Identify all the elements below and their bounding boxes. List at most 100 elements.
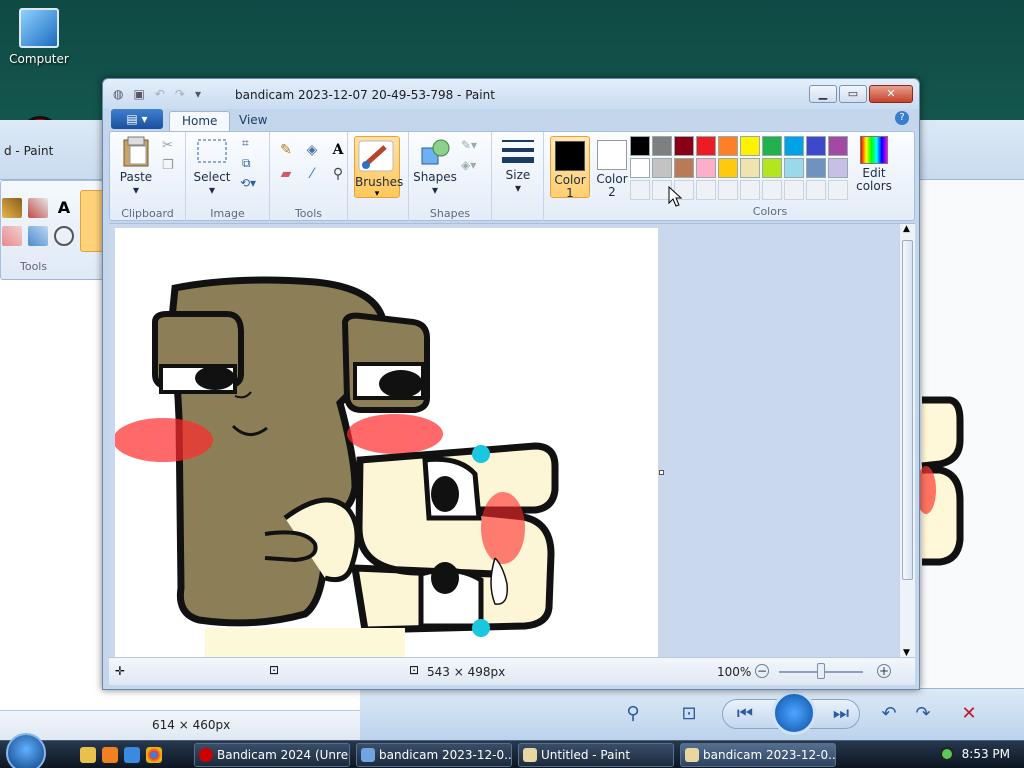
delete-icon[interactable]: ✕ — [956, 701, 982, 727]
palette-swatch[interactable] — [718, 158, 738, 178]
help-icon[interactable]: ? — [895, 111, 909, 125]
palette-swatch[interactable] — [828, 158, 848, 178]
zoom-out-button[interactable]: − — [755, 664, 769, 678]
maximize-button[interactable]: ▭ — [839, 85, 867, 103]
slideshow-button[interactable] — [772, 691, 816, 735]
scroll-up-icon[interactable]: ▲ — [903, 224, 910, 234]
palette-swatch[interactable] — [652, 136, 672, 156]
palette-swatch[interactable] — [674, 158, 694, 178]
crop-icon[interactable]: ⌗ — [242, 136, 249, 151]
paint-menu-button[interactable]: ▤ ▾ — [111, 109, 163, 129]
folder-icon[interactable] — [80, 747, 96, 763]
palette-swatch[interactable] — [696, 158, 716, 178]
clock[interactable]: 8:53 PM — [962, 747, 1010, 761]
bg-brushes-button[interactable] — [80, 190, 104, 252]
undo-icon[interactable]: ↶ — [155, 87, 165, 101]
palette-swatch[interactable] — [762, 180, 782, 200]
save-icon[interactable]: ▣ — [133, 87, 144, 101]
magnifier-icon[interactable]: ⚲ — [328, 164, 348, 184]
bg-statusbar: 614 × 460px — [0, 710, 360, 740]
paint-window[interactable]: ◍ ▣ ↶ ↷ ▾ bandicam 2023-12-07 20-49-53-7… — [102, 78, 920, 690]
palette-swatch[interactable] — [806, 158, 826, 178]
size-button[interactable]: Size ▾ — [496, 136, 540, 195]
zoom-slider-knob[interactable] — [817, 663, 825, 679]
copy-icon[interactable]: ❐ — [162, 158, 174, 173]
fit-window-icon[interactable]: ⊡ — [676, 701, 702, 727]
minimize-button[interactable]: ▁ — [809, 85, 837, 103]
rotate-left-icon[interactable]: ↶ — [876, 701, 902, 727]
eraser-icon[interactable] — [2, 226, 22, 246]
color1-button[interactable]: Color 1 — [550, 136, 590, 200]
start-button[interactable] — [6, 733, 46, 768]
canvas-resize-handle[interactable] — [659, 470, 664, 475]
computer-desktop-icon[interactable]: Computer — [6, 8, 72, 66]
palette-swatch[interactable] — [630, 136, 650, 156]
paint-app-icon[interactable]: ◍ — [113, 87, 123, 101]
select-button[interactable]: Select ▾ — [192, 136, 232, 197]
previous-icon[interactable]: ⏮ — [732, 701, 758, 727]
palette-swatch[interactable] — [630, 180, 650, 200]
palette-swatch[interactable] — [806, 180, 826, 200]
shapes-button[interactable]: Shapes ▾ — [413, 136, 457, 197]
task-untitled-paint[interactable]: Untitled - Paint — [518, 743, 674, 767]
drawing-canvas[interactable] — [113, 228, 658, 658]
palette-swatch[interactable] — [762, 158, 782, 178]
palette-swatch[interactable] — [784, 180, 804, 200]
close-button[interactable]: ✕ — [869, 85, 913, 103]
palette-swatch[interactable] — [630, 158, 650, 178]
task-bandicam-image-2[interactable]: bandicam 2023-12-0... — [680, 743, 836, 767]
palette-swatch[interactable] — [740, 158, 760, 178]
zoom-in-button[interactable]: + — [877, 664, 891, 678]
palette-swatch[interactable] — [718, 180, 738, 200]
next-icon[interactable]: ⏭ — [828, 701, 854, 727]
title-bar[interactable]: ◍ ▣ ↶ ↷ ▾ bandicam 2023-12-07 20-49-53-7… — [103, 79, 919, 109]
zoom-icon[interactable]: ⚲ — [620, 701, 646, 727]
chrome-icon[interactable] — [146, 747, 162, 763]
pencil-icon[interactable] — [2, 198, 22, 218]
palette-swatch[interactable] — [696, 136, 716, 156]
brushes-button[interactable]: Brushes ▾ — [354, 136, 403, 199]
palette-swatch[interactable] — [784, 136, 804, 156]
fill-icon[interactable]: ◈ — [302, 140, 322, 160]
palette-swatch[interactable] — [696, 180, 716, 200]
quick-launch — [80, 747, 162, 763]
tray-status-icon[interactable] — [940, 747, 954, 761]
picker-icon[interactable] — [28, 226, 48, 246]
task-bandicam-image-1[interactable]: bandicam 2023-12-0... — [356, 743, 512, 767]
paste-button[interactable]: Paste ▾ — [116, 136, 156, 197]
text-icon[interactable]: A — [54, 198, 74, 218]
palette-swatch[interactable] — [740, 136, 760, 156]
outline-icon[interactable]: ✎▾ — [461, 138, 477, 152]
fill-icon[interactable] — [28, 198, 48, 218]
palette-swatch[interactable] — [762, 136, 782, 156]
task-bandicam-app[interactable]: Bandicam 2024 (Unre... — [194, 743, 350, 767]
vertical-scrollbar[interactable]: ▲ ▼ — [899, 224, 915, 658]
redo-icon[interactable]: ↷ — [175, 87, 185, 101]
palette-swatch[interactable] — [740, 180, 760, 200]
palette-swatch[interactable] — [828, 180, 848, 200]
rotate-icon[interactable]: ⟲▾ — [240, 176, 256, 190]
fill-style-icon[interactable]: ◈▾ — [461, 158, 476, 172]
text-icon[interactable]: A — [328, 140, 348, 160]
color-picker-icon[interactable]: ⁄ — [302, 164, 322, 184]
pencil-icon[interactable]: ✎ — [276, 140, 296, 160]
palette-swatch[interactable] — [674, 136, 694, 156]
palette-swatch[interactable] — [828, 136, 848, 156]
palette-swatch[interactable] — [784, 158, 804, 178]
media-player-icon[interactable] — [102, 747, 118, 763]
tab-view[interactable]: View — [227, 111, 279, 131]
rotate-right-icon[interactable]: ↷ — [910, 701, 936, 727]
color2-button[interactable]: Color 2 — [592, 136, 632, 199]
edit-colors-button[interactable]: Edit colors — [854, 136, 894, 193]
magnifier-icon[interactable] — [54, 226, 74, 246]
cut-icon[interactable]: ✂ — [162, 138, 173, 153]
internet-explorer-icon[interactable] — [124, 747, 140, 763]
palette-swatch[interactable] — [718, 136, 738, 156]
scroll-thumb[interactable] — [902, 240, 913, 580]
customize-icon[interactable]: ▾ — [195, 87, 201, 101]
palette-swatch[interactable] — [806, 136, 826, 156]
eraser-icon[interactable]: ▰ — [276, 164, 296, 184]
palette-swatch[interactable] — [652, 158, 672, 178]
resize-icon[interactable]: ⧉ — [242, 156, 251, 171]
tab-home[interactable]: Home — [169, 111, 231, 131]
